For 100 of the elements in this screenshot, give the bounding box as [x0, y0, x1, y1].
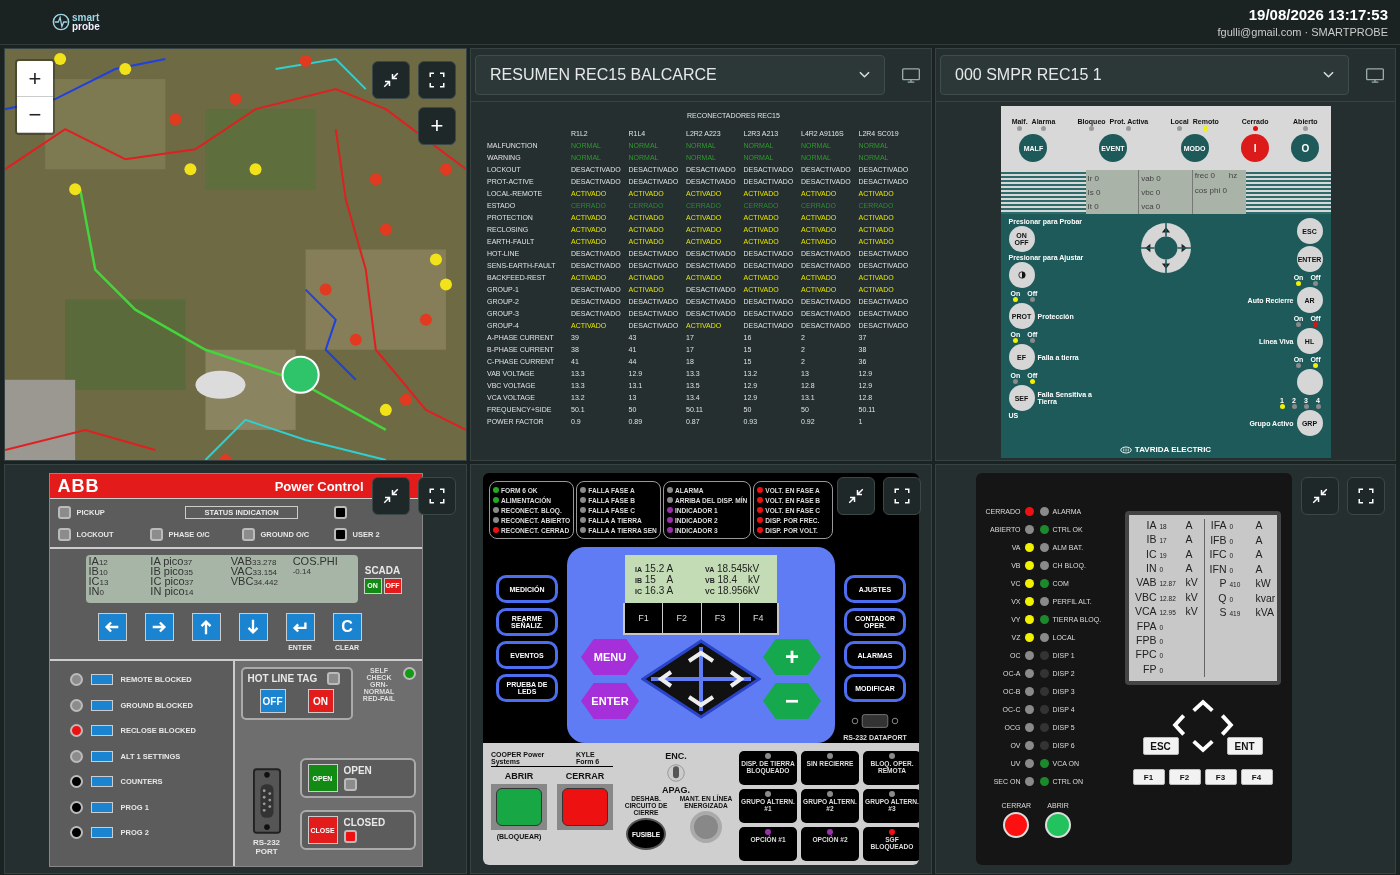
knob-icon — [667, 761, 685, 785]
logo-icon — [52, 13, 70, 31]
collapse-button[interactable] — [1301, 477, 1339, 515]
lcd-reading: Is 0 — [1087, 187, 1102, 197]
lcd-reading: -0.14 — [292, 566, 312, 576]
collapse-button[interactable] — [837, 477, 875, 515]
enter-button[interactable]: ENTER — [581, 683, 639, 719]
hot-line-off-button[interactable]: OFF — [259, 689, 286, 713]
target-button[interactable] — [90, 801, 113, 813]
serial-port-icon — [851, 713, 899, 729]
hot-line-title: HOT LINE TAG — [247, 673, 318, 684]
lcd-reading: Ir 0 — [1087, 173, 1101, 183]
fullscreen-icon — [428, 487, 446, 505]
fullscreen-button[interactable] — [418, 61, 456, 99]
monitor-icon[interactable] — [901, 66, 921, 84]
target-button[interactable] — [90, 750, 113, 762]
breaker-state-label: OPEN — [343, 765, 372, 776]
left-arrow-button[interactable] — [97, 613, 127, 641]
menu-button[interactable]: MENU — [581, 639, 639, 675]
fullscreen-icon — [428, 71, 446, 89]
lcd-reading: VAC33.154 — [230, 567, 279, 577]
navigation-pad[interactable] — [641, 639, 761, 719]
contrast-icon — [1017, 271, 1026, 279]
right-arrow-button[interactable] — [144, 613, 174, 641]
target-button[interactable] — [90, 827, 113, 838]
clear-button[interactable]: C — [332, 613, 362, 641]
user-info: fgulli@gmail.com · SMARTPROBE — [1217, 26, 1388, 38]
add-layer-button[interactable]: + — [418, 107, 456, 145]
contrast-button[interactable] — [1008, 262, 1035, 288]
lcd-reading: IA12 — [88, 557, 109, 567]
logo-text: probe — [72, 22, 100, 31]
lcd-reading: VBC34.442 — [230, 577, 279, 587]
navigation-pad[interactable] — [1139, 222, 1192, 274]
collapse-icon — [847, 487, 865, 505]
function-key[interactable]: F3 — [701, 603, 740, 633]
enter-button[interactable]: ENT — [1226, 737, 1263, 755]
function-key[interactable]: F1 — [1132, 769, 1165, 785]
lcd-reading: vbc 0 — [1141, 187, 1162, 197]
lcd-reading: vca 0 — [1141, 201, 1162, 211]
function-key[interactable]: F2 — [663, 603, 702, 633]
down-arrow-button[interactable] — [238, 613, 268, 641]
collapse-button[interactable] — [372, 61, 410, 99]
device-dropdown[interactable]: 000 SMPR REC15 1 — [940, 55, 1349, 95]
function-button[interactable]: O — [1291, 134, 1320, 162]
target-button[interactable] — [90, 776, 113, 787]
report-dropdown[interactable]: RESUMEN REC15 BALCARCE — [475, 55, 885, 95]
brand-logo-icon — [1119, 445, 1132, 454]
lcd-reading: IN0 — [88, 587, 105, 597]
function-key[interactable]: F1 — [625, 603, 664, 633]
function-key[interactable]: F2 — [1168, 769, 1201, 785]
lcd-reading: IC13 — [88, 577, 110, 587]
logo-text: smart — [72, 13, 100, 22]
collapse-button[interactable] — [372, 477, 410, 515]
target-button[interactable] — [90, 674, 113, 685]
fullscreen-icon — [893, 487, 911, 505]
function-key[interactable]: F3 — [1204, 769, 1237, 785]
function-button[interactable]: I — [1241, 134, 1270, 162]
target-button[interactable] — [90, 699, 113, 711]
fullscreen-icon — [1357, 487, 1375, 505]
lcd-reading: COS.PHI — [292, 557, 339, 566]
lcd-reading: IN pico14 — [150, 587, 195, 597]
monitor-icon[interactable] — [1365, 66, 1385, 84]
lcd-reading: IB pico35 — [150, 567, 194, 577]
zoom-in-button[interactable]: + — [17, 61, 53, 97]
target-button[interactable] — [90, 725, 113, 736]
function-button[interactable] — [1296, 369, 1323, 395]
fullscreen-button[interactable] — [1347, 477, 1385, 515]
breaker-state-label: CLOSED — [343, 817, 386, 828]
switch-label: ENC. — [665, 751, 687, 761]
function-key[interactable]: F4 — [739, 603, 777, 633]
panel-title: Power Control — [274, 478, 364, 494]
port-label: RS-232 PORT — [252, 838, 281, 856]
escape-button[interactable]: ESC — [1142, 737, 1179, 755]
fullscreen-button[interactable] — [418, 477, 456, 515]
fullscreen-button[interactable] — [883, 477, 921, 515]
enter-button[interactable] — [285, 613, 315, 641]
scada-label: SCADA — [364, 564, 401, 576]
collapse-icon — [382, 71, 400, 89]
lcd-reading: IC pico37 — [150, 577, 195, 587]
lcd-reading: VAB33.278 — [230, 557, 278, 567]
lcd-reading: IA pico37 — [150, 557, 194, 567]
serial-port-icon — [252, 767, 281, 835]
date-time: 19/08/2026 13:17:53 — [1247, 6, 1388, 23]
function-key[interactable]: F4 — [1240, 769, 1273, 785]
chevron-icon — [1323, 71, 1334, 79]
button-caption: CERRAR — [565, 771, 605, 781]
lcd-reading: It 0 — [1087, 201, 1100, 211]
button-caption: ABRIR — [504, 771, 534, 781]
lcd-reading: IB10 — [88, 567, 109, 577]
brand-logo: ABB — [57, 475, 100, 497]
collapse-icon — [1311, 487, 1329, 505]
brand-name: TAVRIDA ELECTRIC — [1134, 445, 1212, 454]
zoom-out-button[interactable]: − — [17, 97, 53, 133]
switch-label: APAG. — [662, 785, 690, 795]
lcd-reading: frec 0 hz — [1194, 171, 1239, 180]
hot-line-on-button[interactable]: ON — [307, 689, 334, 713]
lcd-reading: cos phi 0 — [1194, 186, 1228, 195]
up-arrow-button[interactable] — [191, 613, 221, 641]
lcd-reading: vab 0 — [1141, 173, 1162, 183]
collapse-icon — [382, 487, 400, 505]
